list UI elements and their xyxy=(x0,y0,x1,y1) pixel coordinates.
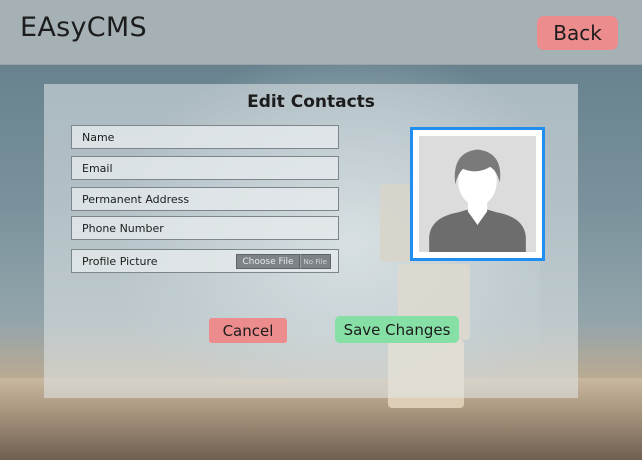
file-input[interactable]: Choose File No File xyxy=(236,254,331,269)
page-title: Edit Contacts xyxy=(247,92,375,112)
save-changes-button[interactable]: Save Changes xyxy=(335,316,459,343)
app-logo-text: EAsyCMS xyxy=(20,12,147,43)
profile-picture-field: Profile Picture Choose File No File xyxy=(71,249,339,273)
phone-number-placeholder: Phone Number xyxy=(82,221,164,235)
email-field[interactable]: Email xyxy=(71,156,339,180)
profile-picture-label: Profile Picture xyxy=(82,254,158,268)
top-bar: EAsyCMS Back xyxy=(0,0,642,65)
permanent-address-placeholder: Permanent Address xyxy=(82,192,190,206)
back-button[interactable]: Back xyxy=(537,16,618,50)
email-field-placeholder: Email xyxy=(82,161,113,175)
cancel-button[interactable]: Cancel xyxy=(209,318,287,343)
file-status: No File xyxy=(299,254,331,269)
profile-picture-preview[interactable] xyxy=(410,127,545,261)
permanent-address-field[interactable]: Permanent Address xyxy=(71,187,339,211)
edit-contact-panel: Edit Contacts Name Email Permanent Addre… xyxy=(44,84,578,398)
choose-file-button[interactable]: Choose File xyxy=(236,254,300,269)
phone-number-field[interactable]: Phone Number xyxy=(71,216,339,240)
name-field[interactable]: Name xyxy=(71,125,339,149)
name-field-placeholder: Name xyxy=(82,130,115,144)
default-user-avatar-icon xyxy=(429,149,526,252)
